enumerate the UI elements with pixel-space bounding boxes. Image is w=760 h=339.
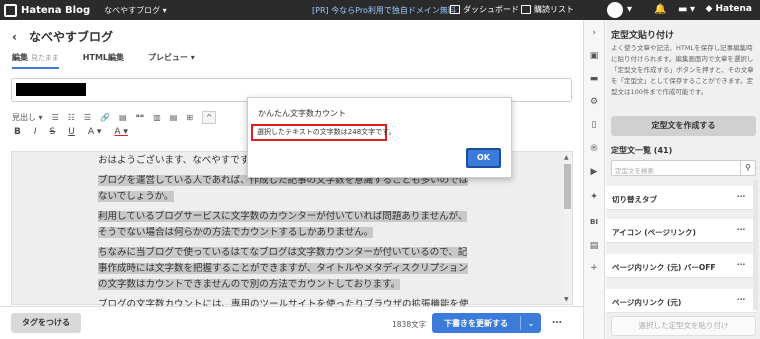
pro-promo-link[interactable]: [PR] 今ならPro利用で独自ドメイン無料 <box>312 5 456 16</box>
more-icon[interactable]: ⋯ <box>737 225 745 234</box>
dashboard-icon <box>450 5 460 14</box>
blog-menu[interactable]: なべやすブログ ▾ <box>104 5 167 16</box>
paragraph-text-selected: 利用しているブログサービスに文字数のカウンターが付いていれば問題ありませんが、そ… <box>98 211 468 238</box>
more-options-icon[interactable]: … <box>552 315 562 326</box>
heading-select[interactable]: 見出し ▾ <box>12 112 43 123</box>
chevron-right-icon[interactable]: › <box>588 27 600 39</box>
editor-tabs: 編集 見たまま HTML編集 プレビュー ▾ <box>12 52 219 69</box>
dialog-message: 選択したテキストの文字数は248文字です。 <box>251 124 395 141</box>
paragraph-text-selected: ちなみに当ブログで使っているはてなブログは文字数カウンターが付いているので、記事… <box>98 247 468 290</box>
youtube-icon[interactable]: ▶ <box>588 166 600 178</box>
dialog-title: かんたん文字数カウント <box>258 109 346 118</box>
bullet-list-icon[interactable]: ☰ <box>52 113 59 122</box>
format-toolbar: 見出し ▾ ☰ ☷ ☰ 🔗 ▤ ❝❝ ▥ ▤ ⊞ ^ <box>12 111 217 124</box>
scroll-down-icon[interactable]: ▼ <box>564 296 569 303</box>
tab-edit-sub: 見たまま <box>31 54 59 62</box>
hatena-blog-icon <box>4 3 17 17</box>
page-title: なべやすブログ <box>28 30 113 44</box>
paragraph: ちなみに当ブログで使っているはてなブログは文字数カウンターが付いているので、記事… <box>98 245 473 293</box>
scrollbar-thumb[interactable] <box>564 164 571 209</box>
paste-template-button[interactable]: 選択した定型文を貼り付け <box>611 316 756 336</box>
editor-header: ‹ なべやすブログ <box>12 28 113 45</box>
paragraph: 利用しているブログサービスに文字数のカウンターが付いていれば問題ありませんが、そ… <box>98 209 473 241</box>
embed-icon[interactable]: ▤ <box>170 113 178 122</box>
underline-button[interactable]: U <box>68 127 75 137</box>
template-label: ページ内リンク (元) バーOFF <box>612 263 716 272</box>
update-draft-label: 下書きを更新する <box>444 318 508 328</box>
template-label: ページ内リンク (元) <box>612 298 682 307</box>
tab-edit[interactable]: 編集 見たまま <box>12 52 59 69</box>
side-icon-strip <box>583 20 605 339</box>
brand-label: Hatena Blog <box>21 4 91 16</box>
paragraph-text-selected: ブログを運営している人であれば、作成した記事の文字数を意識することも多いのではな… <box>98 175 469 202</box>
tab-preview[interactable]: プレビュー ▾ <box>148 52 195 69</box>
folder-icon[interactable]: ▬ <box>588 73 600 85</box>
preview-icon[interactable]: ▣ <box>588 50 600 62</box>
bi-icon[interactable]: BI <box>588 216 600 228</box>
plus-icon[interactable]: + <box>588 262 600 274</box>
tab-preview-label: プレビュー ▾ <box>148 53 195 62</box>
collapse-toolbar-button[interactable]: ^ <box>202 111 217 124</box>
panel-title: 定型文貼り付け <box>611 31 675 41</box>
scroll-up-icon[interactable]: ▲ <box>564 154 569 161</box>
panel-description: よく使う文章や記法、HTMLを保存し記事編集時に貼り付けられます。編集画面内で文… <box>611 44 754 96</box>
add-tag-button[interactable]: タグをつける <box>11 313 81 333</box>
tab-edit-label: 編集 <box>12 53 28 62</box>
dashboard-label: ダッシュボード <box>463 5 519 14</box>
reader-label: 購読リスト <box>534 5 574 14</box>
align-icon[interactable]: ☰ <box>84 113 91 122</box>
link-icon[interactable]: 🔗 <box>100 113 110 122</box>
reader-link[interactable]: 購読リスト <box>521 4 574 15</box>
twitter-icon[interactable]: ✦ <box>588 191 600 203</box>
template-label: アイコン (ページリンク) <box>612 228 696 237</box>
paragraph-text: おはようございます、なべやすです。 <box>98 155 258 166</box>
text-style-toolbar: B I S U A ▾ A ▾ <box>14 127 128 137</box>
quote-icon[interactable]: ❝❝ <box>136 113 145 122</box>
search-icon[interactable]: ⚲ <box>740 161 755 175</box>
bell-icon[interactable]: 🔔 <box>654 4 666 15</box>
chevron-down-icon[interactable]: ⌄ <box>521 319 541 328</box>
comment-icon[interactable]: ▬ <box>678 4 687 15</box>
bold-button[interactable]: B <box>14 127 21 137</box>
hatena-logo[interactable]: ◆ Hatena <box>705 4 752 14</box>
image-icon[interactable]: ▤ <box>119 113 127 122</box>
panel-scrollbar[interactable] <box>753 180 758 310</box>
strikethrough-button[interactable]: S <box>50 127 56 137</box>
tab-html-label: HTML編集 <box>82 53 125 62</box>
document-icon[interactable]: ▯ <box>588 119 600 131</box>
update-draft-button[interactable]: 下書きを更新する ⌄ <box>432 313 541 333</box>
back-icon[interactable]: ‹ <box>12 30 17 44</box>
char-count: 1838文字 <box>392 320 427 329</box>
create-template-button[interactable]: 定型文を作成する <box>611 116 756 136</box>
reader-icon <box>521 5 531 14</box>
template-list-heading: 定型文一覧 (41) <box>611 146 673 155</box>
more-icon[interactable]: ⋯ <box>737 295 745 304</box>
avatar[interactable] <box>607 2 623 18</box>
r-icon[interactable]: ® <box>588 143 600 155</box>
template-label: 切り替えタブ <box>612 195 657 204</box>
table-icon[interactable]: ▥ <box>153 113 161 122</box>
clipboard-icon[interactable]: ▤ <box>588 240 600 252</box>
more-icon[interactable]: ⋯ <box>737 260 745 269</box>
numbered-list-icon[interactable]: ☷ <box>68 113 75 122</box>
dashboard-link[interactable]: ダッシュボード <box>450 4 519 15</box>
chevron-down-icon[interactable]: ▾ <box>690 4 695 15</box>
redacted-title <box>16 83 86 96</box>
tab-html-edit[interactable]: HTML編集 <box>83 52 124 69</box>
font-color-button[interactable]: A ▾ <box>114 127 128 137</box>
more-icon[interactable]: ⋯ <box>737 192 745 201</box>
ok-button[interactable]: OK <box>466 148 501 168</box>
font-size-button[interactable]: A ▾ <box>88 127 102 137</box>
chevron-down-icon[interactable]: ▾ <box>627 4 632 15</box>
gear-icon[interactable]: ⚙ <box>588 96 600 108</box>
search-placeholder: 定型文を検索 <box>615 167 654 175</box>
italic-button[interactable]: I <box>34 127 37 137</box>
more-icon[interactable]: ⊞ <box>186 113 193 122</box>
hatena-blog-logo[interactable]: Hatena Blog <box>4 3 91 17</box>
